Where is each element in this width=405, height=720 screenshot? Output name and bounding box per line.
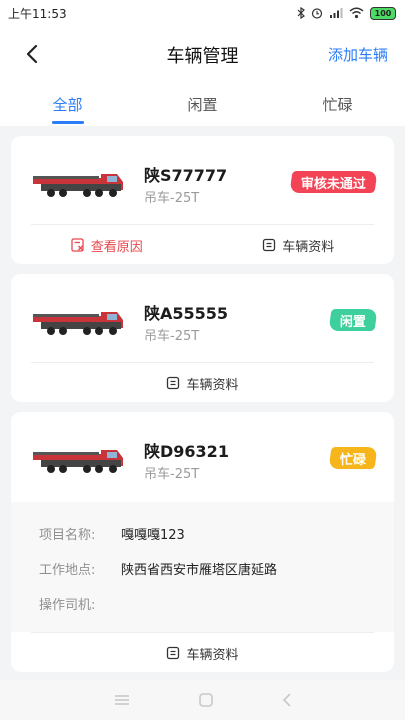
menu-icon[interactable] [114,694,130,706]
header: 车辆管理 添加车辆 [0,26,405,82]
tab-idle[interactable]: 闲置 [135,82,270,126]
document-error-icon [71,238,84,252]
crane-truck-icon [33,312,123,335]
back-nav-icon[interactable] [282,692,292,708]
vehicle-type: 吊车-25T [144,329,200,344]
tab-all[interactable]: 全部 [0,82,135,126]
vehicle-type: 吊车-25T [144,467,200,482]
wifi-icon [349,7,364,19]
vehicle-info-button[interactable]: 车辆资料 [203,236,395,255]
vehicle-plate: 陕S77777 [144,166,228,185]
vehicle-info-label: 车辆资料 [186,647,239,663]
view-reason-label: 查看原因 [90,239,143,255]
card-actions: 车辆资料 [11,363,394,402]
vehicle-type: 吊车-25T [144,191,200,206]
detail-driver: 操作司机: [39,594,121,613]
vehicle-details: 项目名称: 嘎嘎嘎123 工作地点: 陕西省西安市雁塔区唐延路 操作司机: [11,502,394,632]
detail-value: 嘎嘎嘎123 [121,528,185,543]
document-icon [263,238,276,252]
vehicle-card[interactable]: 陕D96321 吊车-25T 忙碌 项目名称: 嘎嘎嘎123 工作地点: 陕西省西安… [11,412,394,672]
crane-truck-icon [33,450,123,473]
status-badge: 忙碌 [328,447,378,469]
vehicle-card[interactable]: 陕A55555 吊车-25T 闲置 车辆资料 [11,274,394,402]
tab-busy[interactable]: 忙碌 [270,82,405,126]
status-bar: 上午11:53 100 [0,0,405,26]
vehicle-plate: 陕A55555 [144,304,229,323]
card-actions: 查看原因 车辆资料 [11,225,394,264]
status-time: 上午11:53 [8,6,67,21]
status-icons: 100 [297,6,396,20]
document-icon [167,646,180,660]
detail-label: 项目名称: [39,528,96,543]
vehicle-card[interactable]: 陕S77777 吊车-25T 审核未通过 查看原因 车辆资料 [11,136,394,264]
detail-value: 陕西省西安市雁塔区唐延路 [121,563,278,578]
system-nav-bar [0,680,405,720]
detail-label: 工作地点: [39,563,96,578]
add-vehicle-button[interactable]: 添加车辆 [328,44,388,65]
status-badge: 审核未通过 [289,171,378,193]
vehicle-info-label: 车辆资料 [282,239,335,255]
view-reason-button[interactable]: 查看原因 [11,236,203,255]
bluetooth-icon [297,7,305,19]
battery-icon: 100 [370,6,396,20]
alarm-icon [311,8,323,19]
status-badge: 闲置 [328,309,378,331]
detail-label: 操作司机: [39,598,96,613]
crane-truck-icon [33,174,123,197]
vehicle-info-button[interactable]: 车辆资料 [11,644,394,663]
vehicle-info-button[interactable]: 车辆资料 [11,374,394,393]
signal-icon [330,8,343,18]
home-icon[interactable] [198,692,214,708]
detail-location: 工作地点: 陕西省西安市雁塔区唐延路 [39,559,277,578]
tab-bar: 全部 闲置 忙碌 [0,82,405,126]
vehicle-plate: 陕D96321 [144,442,229,461]
card-actions: 车辆资料 [11,633,394,672]
document-icon [167,376,180,390]
detail-project: 项目名称: 嘎嘎嘎123 [39,524,185,543]
vehicle-info-label: 车辆资料 [186,377,239,393]
